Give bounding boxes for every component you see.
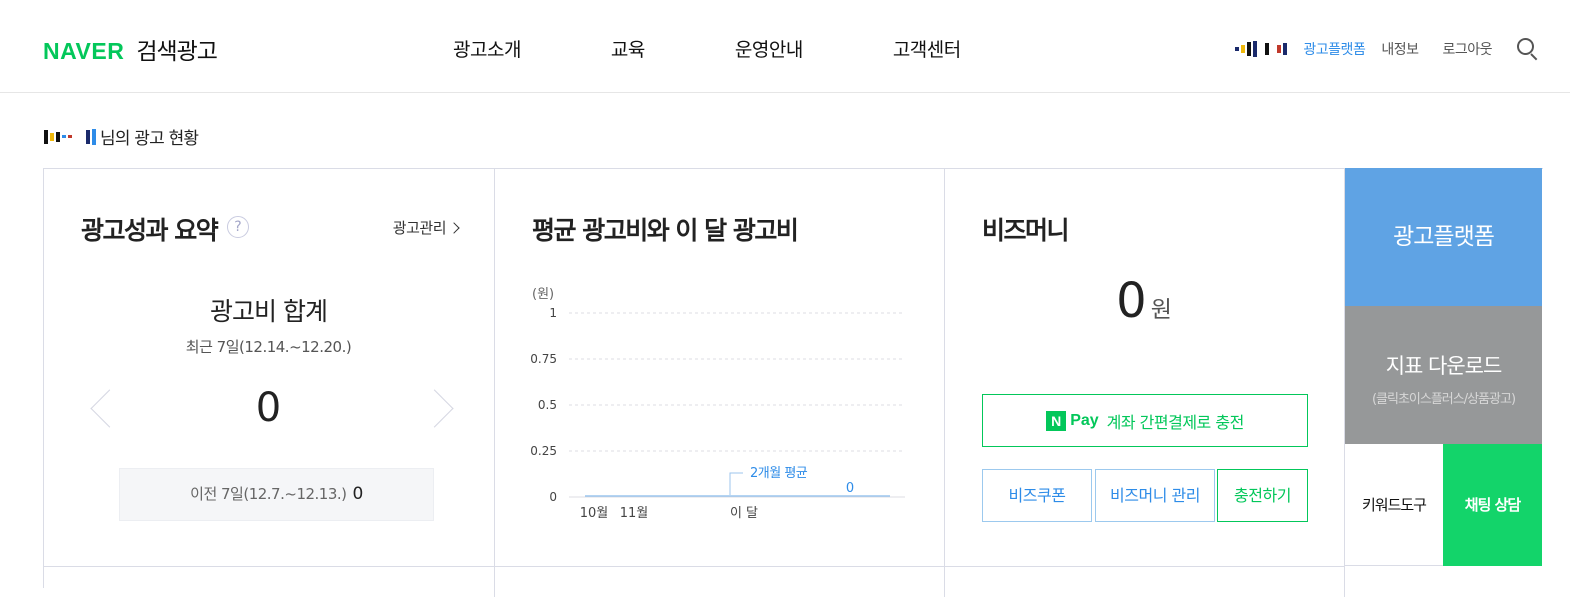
nav-customer-center[interactable]: 고객센터: [893, 35, 961, 62]
previous-period-value: 0: [352, 484, 364, 504]
previous-period-label: 이전 7일(12.7.~12.13.): [190, 485, 347, 503]
utility-menu: 광고플랫폼 내정보 로그아웃: [1235, 37, 1540, 61]
npay-charge-label: 계좌 간편결제로 충전: [1106, 412, 1245, 432]
ad-cost-chart: (원) 1 0.75 0.5 0.25 0 2개월 평균 0 10월 11월 이 달: [530, 287, 905, 521]
chevron-left-icon[interactable]: [84, 387, 114, 427]
bizmoney-manage-button[interactable]: 비즈머니 관리: [1095, 469, 1215, 522]
chart-title: 평균 광고비와 이 달 광고비: [532, 216, 799, 245]
summary-title: 광고성과 요약: [81, 216, 219, 245]
chevron-right-icon[interactable]: [429, 387, 459, 427]
ad-platform-button[interactable]: 광고플랫폼: [1345, 168, 1542, 306]
my-info-link[interactable]: 내정보: [1381, 39, 1419, 59]
charge-button[interactable]: 충전하기: [1217, 469, 1308, 522]
y-tick-label: 0: [549, 490, 557, 504]
bizcoupon-button[interactable]: 비즈쿠폰: [982, 469, 1092, 522]
x-tick-label: 10월: [580, 506, 609, 521]
x-tick-label: 이 달: [730, 506, 758, 521]
main-nav: 광고소개 교육 운영안내 고객센터: [453, 35, 961, 62]
metrics-download-sublabel: (클릭초이스플러스/상품광고): [1371, 392, 1516, 407]
y-tick-label: 1: [549, 306, 557, 320]
nav-operation-guide[interactable]: 운영안내: [735, 35, 803, 62]
search-icon[interactable]: [1516, 37, 1540, 61]
ad-performance-summary-panel: 광고성과 요약 ? 광고관리 광고비 합계 최근 7일(12.14.~12.20…: [44, 169, 495, 567]
logout-link[interactable]: 로그아웃: [1442, 39, 1492, 59]
y-tick-label: 0.5: [538, 398, 557, 412]
naver-logo-text: NAVER: [43, 38, 125, 64]
dashboard: 광고성과 요약 ? 광고관리 광고비 합계 최근 7일(12.14.~12.20…: [43, 168, 1543, 597]
y-tick-label: 0.25: [530, 444, 557, 458]
chevron-right-icon: [448, 222, 460, 234]
nav-ad-intro[interactable]: 광고소개: [453, 35, 521, 62]
npay-pay-text: Pay: [1070, 411, 1099, 429]
average-annotation: 2개월 평균: [750, 466, 808, 481]
next-row-start: [44, 567, 1345, 597]
masked-user-name: [44, 128, 96, 145]
naver-searchad-logo[interactable]: NAVER 검색광고: [43, 32, 218, 66]
metrics-download-label: 지표 다운로드: [1385, 354, 1503, 378]
keyword-tool-button[interactable]: 키워드도구: [1345, 444, 1443, 566]
nav-education[interactable]: 교육: [611, 35, 645, 62]
ad-cost-total-label: 광고비 합계: [210, 297, 328, 326]
page-title: 님의 광고 현황: [44, 124, 199, 149]
previous-period-box: 이전 7일(12.7.~12.13.) 0: [119, 468, 434, 521]
help-icon[interactable]: ?: [227, 216, 249, 238]
masked-user-name: [1235, 41, 1288, 57]
bizmoney-balance: 0원: [945, 273, 1343, 329]
page-title-text: 님의 광고 현황: [100, 129, 199, 149]
metrics-download-button[interactable]: 지표 다운로드 (클릭초이스플러스/상품광고): [1345, 306, 1542, 444]
x-tick-label: 11월: [620, 506, 649, 521]
npay-charge-button[interactable]: N Pay 계좌 간편결제로 충전: [982, 394, 1308, 447]
ad-cost-period: 최근 7일(12.14.~12.20.): [185, 338, 352, 356]
ad-manage-link[interactable]: 광고관리: [392, 217, 460, 238]
searchad-logo-text: 검색광고: [136, 39, 218, 65]
chat-consult-button[interactable]: 채팅 상담: [1443, 444, 1542, 566]
ad-manage-label: 광고관리: [392, 219, 447, 237]
bizmoney-title: 비즈머니: [982, 216, 1070, 245]
average-marker: [729, 472, 743, 495]
platform-link[interactable]: 광고플랫폼: [1303, 39, 1365, 59]
bizmoney-value: 0: [1116, 273, 1147, 329]
global-header: NAVER 검색광고 광고소개 교육 운영안내 고객센터 광고플랫폼 내정보 로…: [0, 0, 1570, 93]
current-month-value-label: 0: [846, 481, 854, 496]
bizmoney-unit: 원: [1150, 297, 1172, 323]
bizmoney-panel: 비즈머니 0원 N Pay 계좌 간편결제로 충전 비즈쿠폰 비즈머니 관리 충…: [945, 169, 1345, 567]
y-axis-label: (원): [532, 287, 554, 302]
npay-logo-icon: N: [1046, 410, 1067, 431]
ad-cost-chart-panel: 평균 광고비와 이 달 광고비 (원) 1 0.75 0.5 0.25 0 2개월 평균 0 1…: [495, 169, 945, 567]
y-tick-label: 0.75: [530, 352, 557, 366]
